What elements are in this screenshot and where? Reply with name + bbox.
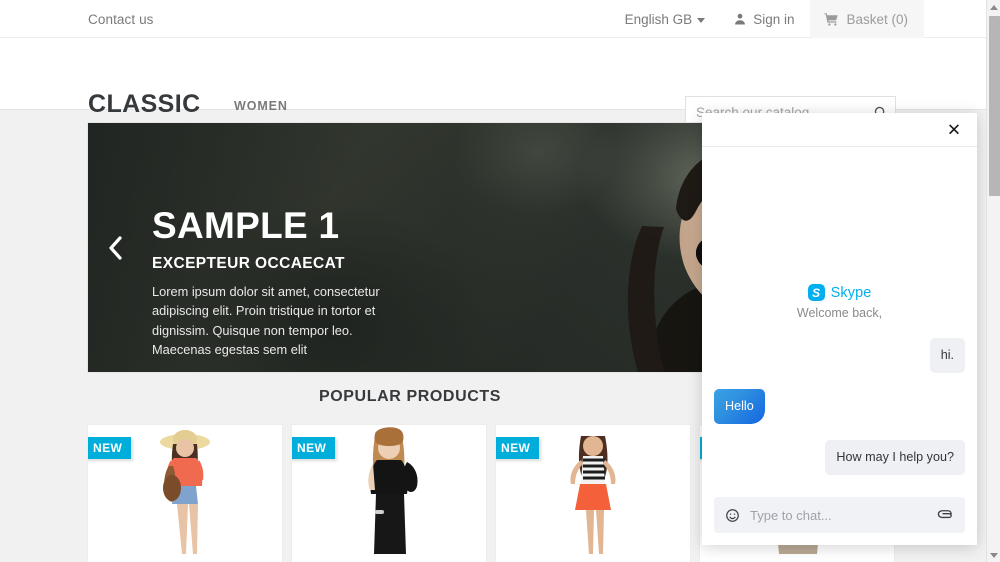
basket-label: Basket (0) [846, 11, 908, 27]
contact-us-link[interactable]: Contact us [88, 12, 154, 27]
page-scrollbar[interactable] [986, 0, 1000, 562]
chat-bubble-outgoing: Hello [714, 389, 765, 424]
nav-item-women[interactable]: WOMEN [234, 99, 288, 113]
skype-brand-name: Skype [830, 284, 872, 301]
skype-logo-icon: S [807, 284, 825, 301]
chat-message-list: S Skype Welcome back, hi. Hello How may … [702, 147, 977, 491]
chat-message-row: How may I help you? [714, 440, 965, 475]
chat-input-bar[interactable] [714, 497, 965, 533]
skype-chat-panel: ✕ S Skype Welcome back, hi. Hello How ma… [702, 113, 977, 545]
scroll-up-button[interactable] [987, 0, 1000, 14]
chat-message-row: Hello [714, 389, 965, 424]
scrollbar-thumb[interactable] [989, 16, 1000, 196]
triangle-up-icon [989, 4, 998, 10]
carousel-prev-button[interactable] [100, 231, 130, 265]
top-bar: Contact us English GB Sign in Basket (0) [0, 0, 988, 38]
close-icon[interactable]: ✕ [944, 121, 964, 138]
basket-button[interactable]: Basket (0) [810, 0, 924, 38]
top-bar-left: Contact us [88, 0, 154, 38]
carousel-subtitle: EXCEPTEUR OCCAECAT [152, 254, 345, 272]
emoji-icon[interactable] [725, 508, 740, 523]
chat-bubble-incoming: hi. [929, 338, 965, 373]
product-illustration-1 [160, 430, 210, 554]
sign-in-button[interactable]: Sign in [733, 12, 794, 27]
chat-footer [702, 491, 977, 545]
shopping-cart-icon [824, 12, 839, 27]
product-illustration-3 [570, 436, 616, 554]
triangle-down-icon [990, 552, 998, 558]
user-icon [733, 12, 747, 26]
chat-text-input[interactable] [750, 507, 927, 523]
carousel-title: SAMPLE 1 [152, 205, 340, 246]
sign-in-label: Sign in [753, 11, 795, 27]
carousel-body-text: Lorem ipsum dolor sit amet, consectetur … [152, 283, 380, 358]
skype-branding: S Skype [714, 284, 965, 301]
chat-header: ✕ [702, 113, 977, 147]
chat-message-row: hi. [714, 338, 965, 373]
status-badge: NEW [496, 437, 540, 459]
product-illustration-2 [368, 427, 418, 554]
carousel-caption: SAMPLE 1 EXCEPTEUR OCCAECAT Lorem ipsum … [152, 205, 408, 360]
status-badge: NEW [88, 437, 132, 459]
status-badge: NEW [292, 437, 336, 459]
attachment-paperclip-icon[interactable] [937, 508, 954, 523]
scroll-down-button[interactable] [987, 548, 1000, 562]
popular-products-title: POPULAR PRODUCTS [318, 388, 502, 405]
product-card[interactable]: NEW [496, 425, 690, 562]
product-card[interactable]: NEW [88, 425, 282, 562]
site-logo[interactable]: CLASSIC [88, 90, 201, 119]
language-label: English GB [624, 11, 693, 27]
chevron-left-icon [108, 235, 122, 260]
chevron-down-icon [697, 17, 706, 23]
top-bar-right: English GB Sign in Basket (0) [625, 0, 924, 38]
language-selector[interactable]: English GB [625, 12, 706, 27]
chat-bubble-incoming: How may I help you? [825, 440, 965, 475]
site-header: CLASSIC WOMEN [0, 38, 988, 128]
page-root: Contact us English GB Sign in Basket (0)… [0, 0, 1000, 562]
chat-welcome-text: Welcome back, [796, 306, 883, 320]
product-card[interactable]: NEW [292, 425, 486, 562]
